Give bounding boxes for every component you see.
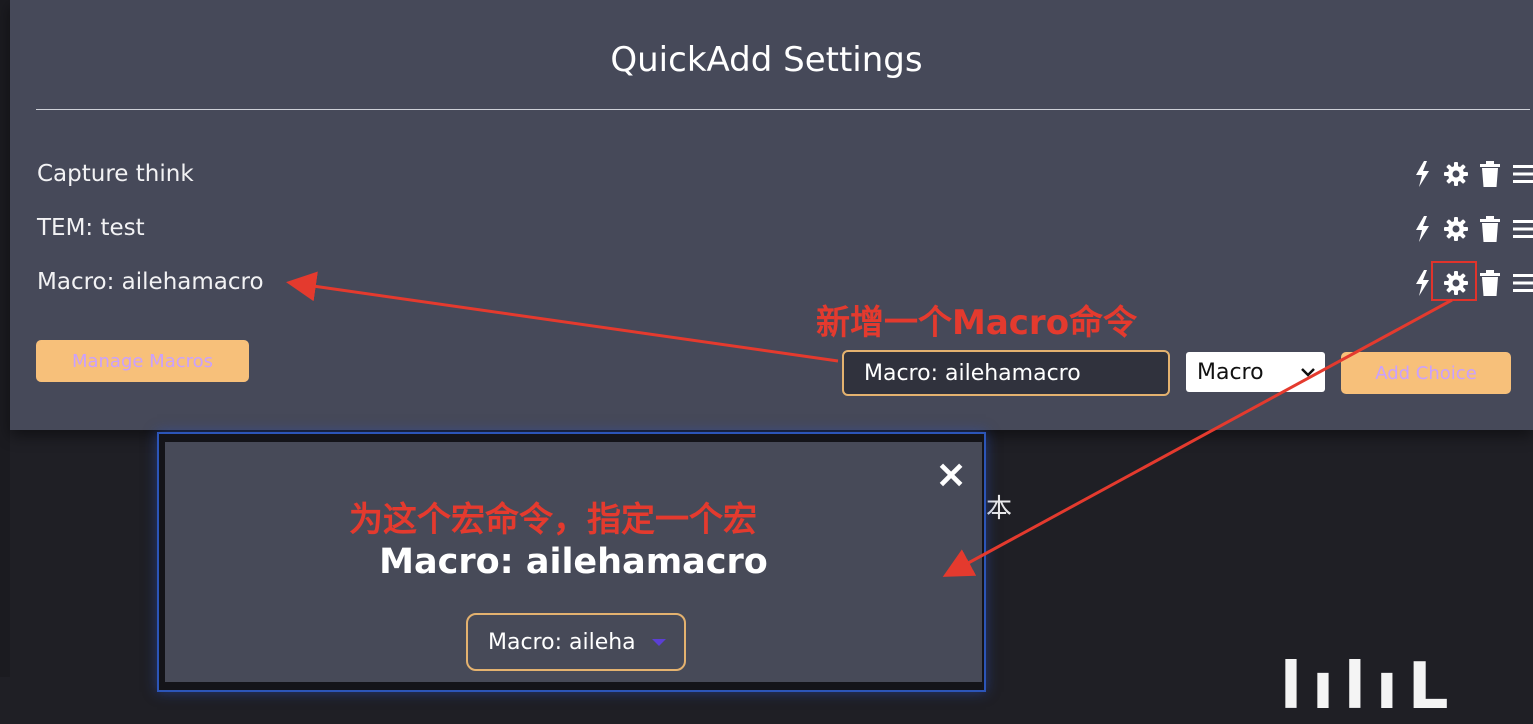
trash-icon[interactable]: [1478, 161, 1502, 187]
page-title: QuickAdd Settings: [610, 40, 923, 80]
choice-type-value: Macro: [1197, 359, 1264, 385]
choice-actions-row-1: [1410, 161, 1533, 187]
choice-label-template: TEM: test: [37, 215, 145, 241]
drag-handle-icon[interactable]: [1512, 216, 1533, 242]
choice-type-select[interactable]: Macro: [1186, 352, 1325, 392]
add-choice-button[interactable]: Add Choice: [1341, 352, 1511, 394]
lightning-icon[interactable]: [1410, 161, 1434, 187]
trash-icon[interactable]: [1478, 270, 1502, 296]
choice-label-capture: Capture think: [37, 161, 194, 187]
trash-icon[interactable]: [1478, 216, 1502, 242]
gear-icon[interactable]: [1444, 216, 1468, 242]
chevron-down-icon: [651, 638, 666, 646]
gear-highlight-box: [1431, 261, 1477, 301]
close-icon[interactable]: ✕: [936, 458, 966, 494]
drag-handle-icon[interactable]: [1512, 270, 1533, 296]
macro-select[interactable]: Macro: aileha: [466, 613, 686, 671]
choice-actions-row-2: [1410, 216, 1533, 242]
background-partial-text: lılıL: [1280, 650, 1459, 724]
modal-title: Macro: ailehamacro: [379, 542, 768, 582]
choice-label-macro: Macro: ailehamacro: [37, 269, 264, 295]
annotation-assign-macro: 为这个宏命令，指定一个宏: [349, 500, 757, 540]
title-divider: [36, 109, 1530, 110]
background-text-fragment: 本: [986, 494, 1013, 524]
drag-handle-icon[interactable]: [1512, 161, 1533, 187]
left-edge-strip: [0, 0, 10, 677]
gear-icon[interactable]: [1444, 161, 1468, 187]
chevron-down-icon: [1301, 368, 1315, 377]
lightning-icon[interactable]: [1410, 216, 1434, 242]
manage-macros-button[interactable]: Manage Macros: [36, 340, 249, 382]
macro-select-value: Macro: aileha: [488, 629, 636, 655]
annotation-add-macro: 新增一个Macro命令: [816, 303, 1138, 343]
choice-name-input[interactable]: [842, 350, 1170, 396]
